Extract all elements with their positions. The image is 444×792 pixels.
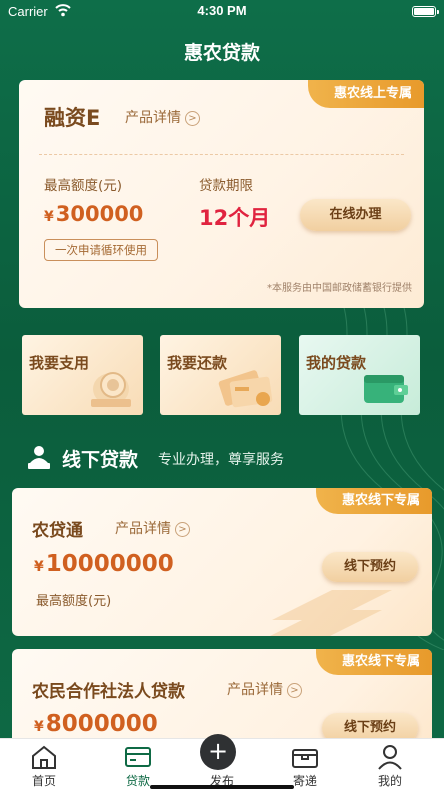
plus-icon: +: [200, 734, 236, 770]
offline-amount-value: 10000000: [45, 551, 174, 577]
online-loan-card[interactable]: 惠农线上专属 融资E 产品详情 > 最高额度(元) ¥300000 贷款期限 12…: [19, 80, 424, 308]
tab-home[interactable]: 首页: [0, 739, 88, 792]
wallet-icon: [364, 375, 408, 403]
offline-product-name: 农民合作社法人贷款: [32, 682, 185, 702]
offline-appointment-button[interactable]: 线下预约: [322, 552, 418, 582]
tile-repay[interactable]: 我要还款: [160, 335, 281, 415]
limit-amount: ¥300000: [44, 202, 143, 226]
term-label: 贷款期限: [199, 178, 253, 194]
offline-exclusive-ribbon: 惠农线下专属: [315, 649, 432, 675]
chevron-right-icon: >: [175, 522, 190, 537]
product-detail-label: 产品详情: [227, 682, 283, 698]
page-title: 惠农贷款: [183, 42, 260, 64]
offline-product-name: 农贷通: [32, 521, 83, 541]
product-detail-link[interactable]: 产品详情 >: [227, 679, 302, 699]
product-detail-link[interactable]: 产品详情 >: [115, 518, 190, 538]
offline-amount: ¥8000000: [34, 711, 158, 737]
status-bar: Carrier 4:30 PM: [0, 0, 444, 24]
product-detail-label: 产品详情: [125, 110, 181, 126]
online-exclusive-ribbon: 惠农线上专属: [307, 80, 424, 108]
currency-symbol: ¥: [34, 719, 44, 735]
offline-limit-label: 最高额度(元): [36, 594, 112, 609]
clock: 4:30 PM: [197, 3, 247, 18]
tile-withdraw[interactable]: 我要支用: [22, 335, 143, 415]
product-detail-link[interactable]: 产品详情 >: [125, 107, 200, 127]
currency-symbol: ¥: [44, 209, 54, 225]
service-person-icon: [28, 446, 50, 469]
product-name: 融资E: [44, 106, 101, 130]
offline-section-subtitle: 专业办理，尊享服务: [158, 452, 284, 468]
coin-stack-icon: [91, 372, 131, 407]
bank-card-icon: [218, 370, 273, 408]
battery-icon: [412, 6, 439, 17]
term-value: 12个月: [199, 206, 271, 230]
tile-my-loans-label: 我的贷款: [306, 354, 367, 372]
currency-symbol: ¥: [34, 559, 44, 575]
tab-home-label: 首页: [31, 774, 56, 788]
parcel-icon: [292, 749, 318, 768]
product-detail-label: 产品详情: [115, 521, 171, 537]
limit-label: 最高额度(元): [44, 178, 123, 194]
tab-mine-label: 我的: [377, 774, 402, 788]
chevron-right-icon: >: [287, 683, 302, 698]
limit-value: 300000: [55, 202, 144, 226]
wallet-icon: [125, 747, 151, 767]
offline-exclusive-ribbon: 惠农线下专属: [315, 488, 432, 514]
home-icon: [32, 745, 56, 769]
loan-screen: Carrier 4:30 PM 惠农贷款 惠农线上专属 融资E 产品详情 > 最高…: [0, 0, 444, 792]
apply-online-button[interactable]: 在线办理: [300, 199, 411, 231]
card-divider: [39, 154, 404, 155]
chevron-right-icon: >: [185, 111, 200, 126]
tab-mine[interactable]: 我的: [346, 739, 434, 792]
person-icon: [378, 745, 402, 770]
tile-withdraw-label: 我要支用: [29, 354, 90, 372]
postal-logo-watermark: [270, 590, 392, 636]
service-footnote: *本服务由中国邮政储蓄银行提供: [267, 283, 412, 294]
tab-bar: 首页 贷款 + 发布 寄递 我的: [0, 734, 444, 792]
tile-my-loans[interactable]: 我的贷款: [299, 335, 420, 415]
home-indicator: [150, 785, 294, 789]
offline-amount: ¥10000000: [34, 551, 174, 577]
offline-loan-card[interactable]: 惠农线下专属 农贷通 产品详情 > ¥10000000 最高额度(元) 线下预约: [12, 488, 432, 636]
cycle-use-tag: 一次申请循环使用: [44, 239, 158, 261]
offline-section-title: 线下贷款: [62, 449, 139, 471]
offline-amount-value: 8000000: [45, 711, 158, 737]
